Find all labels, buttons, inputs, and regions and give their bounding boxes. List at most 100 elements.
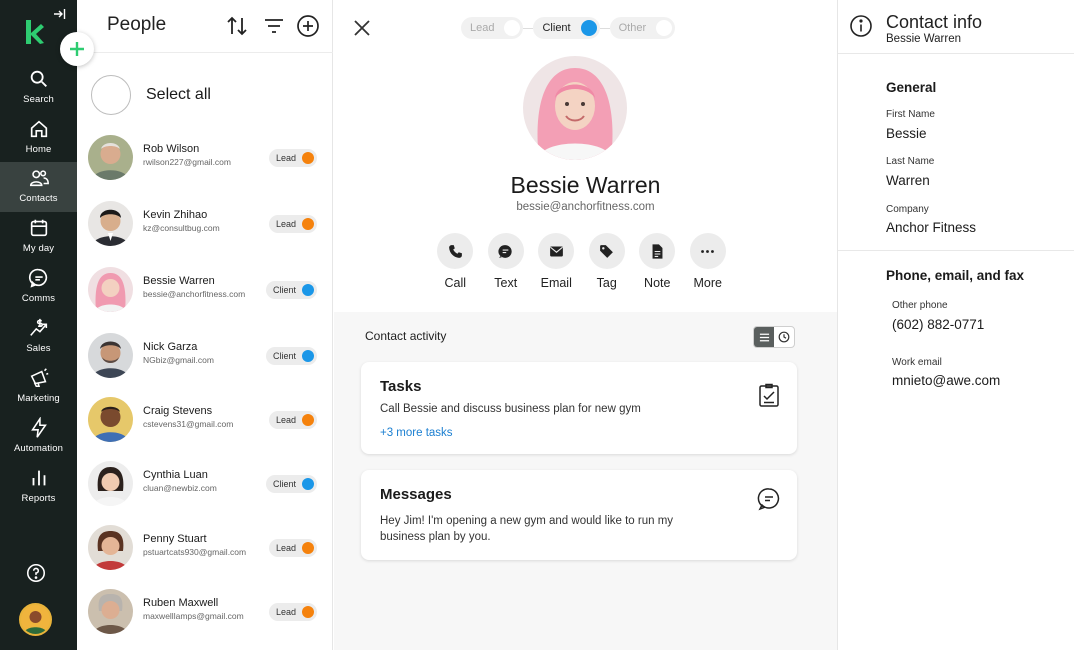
nav-item-sales[interactable]: Sales <box>0 312 77 362</box>
general-section-title: General <box>886 80 937 95</box>
home-icon <box>30 120 47 138</box>
select-all-checkbox[interactable] <box>91 75 131 115</box>
email-button[interactable]: Email <box>531 233 582 290</box>
sort-icon[interactable] <box>225 14 249 38</box>
status-badge[interactable]: Client <box>265 347 317 365</box>
status-badge[interactable]: Client <box>265 475 317 493</box>
call-button[interactable]: Call <box>430 233 481 290</box>
status-selector: Lead Client Other <box>461 17 676 39</box>
text-label: Text <box>494 276 518 290</box>
timeline-view-button[interactable] <box>774 327 794 347</box>
person-email: cstevens31@gmail.com <box>143 419 234 429</box>
contact-activity: Contact activity Tasks Call Bessie and d… <box>334 312 837 650</box>
person-row[interactable]: Bessie Warren bessie@anchorfitness.com C… <box>77 258 333 320</box>
help-icon[interactable] <box>25 562 47 584</box>
status-dot <box>302 218 314 230</box>
nav-item-home[interactable]: Home <box>0 113 77 163</box>
status-label: Lead <box>275 153 296 163</box>
select-all-row[interactable]: Select all <box>91 75 211 115</box>
person-row[interactable]: Penny Stuart pstuartcats930@gmail.com Le… <box>77 516 333 578</box>
status-option-lead[interactable]: Lead <box>461 17 524 39</box>
status-option-client[interactable]: Client <box>533 17 600 39</box>
person-row[interactable]: Rob Wilson rwilson227@gmail.com Lead <box>77 126 333 188</box>
nav-item-automation[interactable]: Automation <box>0 412 77 462</box>
person-row[interactable]: Ruben Maxwell maxwelllamps@gmail.com Lea… <box>77 580 333 642</box>
last-name-value[interactable]: Warren <box>886 173 930 188</box>
status-badge[interactable]: Lead <box>268 411 317 429</box>
people-title: People <box>107 14 167 35</box>
status-knob <box>504 20 521 36</box>
person-name: Ruben Maxwell <box>143 597 219 609</box>
tasks-card[interactable]: Tasks Call Bessie and discuss business p… <box>361 362 797 454</box>
status-badge[interactable]: Lead <box>268 215 317 233</box>
person-email: pstuartcats930@gmail.com <box>143 547 247 557</box>
nav-item-reports[interactable]: Reports <box>0 462 77 512</box>
company-value[interactable]: Anchor Fitness <box>886 220 976 235</box>
work-email-value[interactable]: mnieto@awe.com <box>892 373 1000 388</box>
filter-icon[interactable] <box>262 14 286 38</box>
text-button[interactable]: Text <box>481 233 532 290</box>
nav-item-label: My day <box>22 243 55 254</box>
envelope-icon <box>549 246 563 256</box>
close-icon[interactable] <box>352 18 372 38</box>
contact-info-title: Contact info <box>886 12 983 32</box>
more-tasks-link[interactable]: +3 more tasks <box>380 427 453 439</box>
status-label: Client <box>272 351 296 361</box>
status-badge[interactable]: Client <box>265 281 317 299</box>
divider <box>838 53 1074 54</box>
add-contact-button[interactable] <box>60 32 94 66</box>
person-row[interactable]: Kevin Zhihao kz@consultbug.com Lead <box>77 192 333 254</box>
contact-email[interactable]: bessie@anchorfitness.com <box>334 201 837 213</box>
nav-item-my-day[interactable]: My day <box>0 212 77 262</box>
note-button[interactable]: Note <box>632 233 683 290</box>
more-button[interactable]: More <box>683 233 734 290</box>
nav-item-label: Home <box>25 144 52 155</box>
tag-icon <box>600 244 614 258</box>
status-dot <box>302 414 314 426</box>
nav-item-label: Reports <box>21 493 56 504</box>
divider <box>523 27 534 29</box>
nav-item-label: Automation <box>13 443 64 454</box>
messages-title: Messages <box>380 486 452 503</box>
last-name-label: Last Name <box>886 156 935 167</box>
person-email: kz@consultbug.com <box>143 223 220 233</box>
work-email-label: Work email <box>892 357 942 368</box>
person-email: NGbiz@gmail.com <box>143 355 214 365</box>
person-name: Rob Wilson <box>143 143 200 155</box>
person-name: Bessie Warren <box>143 275 215 287</box>
nav-item-comms[interactable]: Comms <box>0 262 77 312</box>
status-badge[interactable]: Lead <box>268 539 317 557</box>
nav-item-marketing[interactable]: Marketing <box>0 362 77 412</box>
plus-icon <box>70 42 84 56</box>
add-person-icon[interactable] <box>296 14 320 38</box>
status-knob <box>580 20 597 36</box>
first-name-value[interactable]: Bessie <box>886 126 927 141</box>
status-dot <box>302 350 314 362</box>
tag-label: Tag <box>596 276 617 290</box>
message-line: Hey Jim! I'm opening a new gym and would… <box>380 515 674 527</box>
messages-card[interactable]: Messages Hey Jim! I'm opening a new gym … <box>361 470 797 560</box>
person-row[interactable]: Craig Stevens cstevens31@gmail.com Lead <box>77 388 333 450</box>
phone-value[interactable]: (602) 882-0771 <box>892 317 984 332</box>
bolt-icon <box>30 417 47 438</box>
keap-logo-icon[interactable] <box>24 18 46 46</box>
nav-item-label: Marketing <box>17 393 60 404</box>
nav-item-contacts[interactable]: Contacts <box>0 162 77 212</box>
nav-item-label: Sales <box>26 343 51 354</box>
tag-button[interactable]: Tag <box>582 233 633 290</box>
status-badge[interactable]: Lead <box>268 603 317 621</box>
nav-item-search[interactable]: Search <box>0 63 77 113</box>
status-badge[interactable]: Lead <box>268 149 317 167</box>
chat-bubble-icon <box>757 488 780 511</box>
status-option-other[interactable]: Other <box>609 17 676 39</box>
calendar-icon <box>30 219 47 237</box>
person-row[interactable]: Nick Garza NGbiz@gmail.com Client <box>77 324 333 386</box>
list-view-button[interactable] <box>754 327 774 347</box>
avatar <box>88 333 133 378</box>
user-avatar[interactable] <box>19 603 52 636</box>
person-row[interactable]: Cynthia Luan cluan@newbiz.com Client <box>77 452 333 514</box>
bar-chart-icon <box>32 470 45 486</box>
divider <box>599 27 610 29</box>
collapse-nav-icon[interactable] <box>52 7 66 21</box>
status-label: Client <box>272 285 296 295</box>
